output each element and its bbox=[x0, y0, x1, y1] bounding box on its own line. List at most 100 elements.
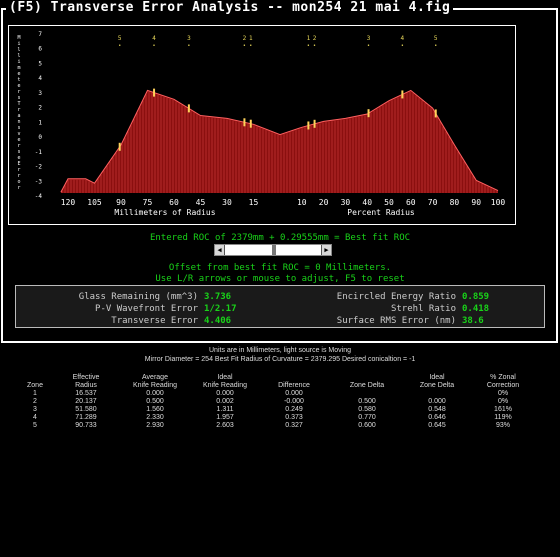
zone-table-cell: 2.330 bbox=[146, 414, 164, 421]
zone-table-cell: 0.646 bbox=[428, 414, 446, 421]
strehl-ratio-value: 0.418 bbox=[462, 304, 490, 314]
slider-right-arrow-icon[interactable]: ▶ bbox=[321, 245, 331, 255]
zone-table-cell: Radius bbox=[75, 382, 97, 389]
y-tick-label: 3 bbox=[38, 90, 42, 97]
zone-table-cell bbox=[16, 374, 54, 382]
y-tick-label: 1 bbox=[38, 119, 42, 126]
zone-table-cell: 2 bbox=[33, 398, 37, 405]
x-tick-label: 100 bbox=[491, 198, 506, 207]
glass-remaining-label: Glass Remaining (mm^3) bbox=[78, 292, 198, 302]
x-tick-label: 30 bbox=[341, 198, 351, 207]
x-tick-label: 60 bbox=[169, 198, 179, 207]
zone-label-mark: • bbox=[313, 43, 316, 49]
zone-table-cell: 1.311 bbox=[216, 406, 234, 413]
encircled-energy-value: 0.859 bbox=[462, 292, 490, 302]
slider-thumb[interactable] bbox=[272, 245, 276, 255]
zone-table-cell: 0.000 bbox=[428, 398, 446, 405]
zone-label-mark: • bbox=[187, 43, 190, 49]
y-tick-label: 0 bbox=[38, 134, 42, 141]
transverse-error-value: 4.406 bbox=[204, 316, 232, 326]
y-tick-label: -3 bbox=[35, 178, 43, 185]
glass-remaining-value: 3.736 bbox=[204, 292, 232, 302]
zone-table-cell: 0.645 bbox=[428, 422, 446, 429]
zone-table-cell: 161% bbox=[494, 406, 512, 413]
zone-table-cell: 0.373 bbox=[285, 414, 303, 421]
y-tick-label: 4 bbox=[38, 75, 42, 82]
transverse-error-plot: MillimetersTransverseError 76543210-1-2-… bbox=[17, 31, 506, 217]
zone-label: 3 bbox=[187, 35, 191, 42]
zone-table: Effective Average Ideal Ideal % Zonal Zone Rad… bbox=[16, 374, 536, 430]
right-axis-label: Percent Radius bbox=[347, 208, 415, 217]
x-tick-label: 105 bbox=[87, 198, 102, 207]
zone-label-mark: • bbox=[434, 43, 437, 49]
zone-table-cell: Ideal bbox=[429, 374, 445, 381]
zone-label: 4 bbox=[152, 35, 156, 42]
zone-table-cell: Ideal bbox=[217, 374, 233, 381]
zone-table-row: 4 71.289 2.330 1.957 0.373 0.770 0.646 119% bbox=[16, 414, 536, 422]
x-tick-label: 15 bbox=[249, 198, 259, 207]
zone-marker bbox=[307, 121, 310, 130]
zone-table-row: 1 16.537 0.000 0.000 0.000 0% bbox=[16, 390, 536, 398]
x-tick-label: 75 bbox=[143, 198, 153, 207]
zone-label-mark: • bbox=[118, 43, 121, 49]
zone-table-cell: Knife Reading bbox=[133, 382, 177, 389]
y-tick-label: 2 bbox=[38, 105, 42, 112]
zone-label: 2 bbox=[243, 35, 247, 42]
zone-table-cell bbox=[330, 374, 404, 382]
zone-table-cell: 0.600 bbox=[358, 422, 376, 429]
zone-marker bbox=[401, 90, 404, 99]
zone-table-cell: Difference bbox=[278, 382, 310, 389]
zone-table-cell: Zone bbox=[27, 382, 43, 389]
zone-table-cell: 0.580 bbox=[358, 406, 376, 413]
y-axis-label: MillimetersTransverseError bbox=[17, 35, 20, 191]
zone-table-cell: 0.000 bbox=[146, 390, 164, 397]
zone-table-cell: 1 bbox=[33, 390, 37, 397]
zone-table-cell: 0.500 bbox=[358, 398, 376, 405]
zone-label: 2 bbox=[313, 35, 317, 42]
zone-label-mark: • bbox=[249, 43, 252, 49]
zone-table-cell: Average bbox=[142, 374, 168, 381]
y-tick-label: -2 bbox=[35, 164, 43, 171]
zone-table-cell: 20.137 bbox=[75, 398, 97, 405]
x-tick-label: 45 bbox=[196, 198, 206, 207]
zone-label-mark: • bbox=[153, 43, 156, 49]
y-tick-label: 6 bbox=[38, 46, 42, 53]
zone-table-cell: 0.002 bbox=[216, 398, 234, 405]
slider-left-arrow-icon[interactable]: ◀ bbox=[215, 245, 225, 255]
zone-label-mark: • bbox=[307, 43, 310, 49]
zone-table-cell: 0.000 bbox=[285, 390, 303, 397]
surface-rms-value: 38.6 bbox=[462, 316, 484, 326]
zone-marker bbox=[313, 119, 316, 128]
zone-marker bbox=[249, 119, 252, 128]
mirror-info: Mirror Diameter = 254 Best Fit Radius of… bbox=[144, 356, 416, 363]
y-tick-label: 5 bbox=[38, 60, 42, 67]
x-tick-label: 90 bbox=[471, 198, 481, 207]
zone-marker bbox=[367, 109, 370, 118]
transverse-error-label: Transverse Error bbox=[111, 316, 198, 326]
zone-label: 5 bbox=[118, 35, 122, 42]
x-tick-label: 50 bbox=[384, 198, 394, 207]
zone-table-cell: 5 bbox=[33, 422, 37, 429]
zone-table-cell: 2.603 bbox=[216, 422, 234, 429]
y-axis-ticks: 7 6 5 4 3 2 1 0 -1 -2 -3 -4 bbox=[35, 31, 43, 200]
x-axis-ticks: 120 105 90 75 60 45 30 15 10 20 30 40 50 60 70 80 90 100 bbox=[61, 198, 506, 207]
encircled-energy-label: Encircled Energy Ratio bbox=[336, 292, 456, 302]
zone-marker bbox=[118, 142, 121, 151]
zone-label: 1 bbox=[249, 35, 253, 42]
zone-table-cell: 90.733 bbox=[75, 422, 97, 429]
zone-table-cell bbox=[330, 390, 404, 398]
roc-adjust-slider[interactable]: ◀ ▶ bbox=[214, 244, 332, 256]
zone-table-row: 2 20.137 0.500 0.002 -0.000 0.500 0.000 0% bbox=[16, 398, 536, 406]
strehl-ratio-label: Strehl Ratio bbox=[390, 304, 456, 314]
y-axis-label-char: r bbox=[17, 185, 20, 191]
y-tick-label: -4 bbox=[35, 193, 43, 200]
offset-readout: Offset from best fit ROC = 0 Millimeters… bbox=[168, 263, 392, 273]
surface-rms-label: Surface RMS Error (nm) bbox=[336, 316, 456, 326]
zone-table-row: 5 90.733 2.930 2.603 0.327 0.600 0.645 93% bbox=[16, 422, 536, 430]
zone-table-header: Zone Radius Knife Reading Knife Reading Diff… bbox=[16, 382, 536, 390]
pv-error-value: 1/2.17 bbox=[204, 304, 237, 314]
zone-table-cell: 0.000 bbox=[216, 390, 234, 397]
x-tick-label: 70 bbox=[428, 198, 438, 207]
zone-table-cell: 51.580 bbox=[75, 406, 97, 413]
zone-label-mark: • bbox=[243, 43, 246, 49]
